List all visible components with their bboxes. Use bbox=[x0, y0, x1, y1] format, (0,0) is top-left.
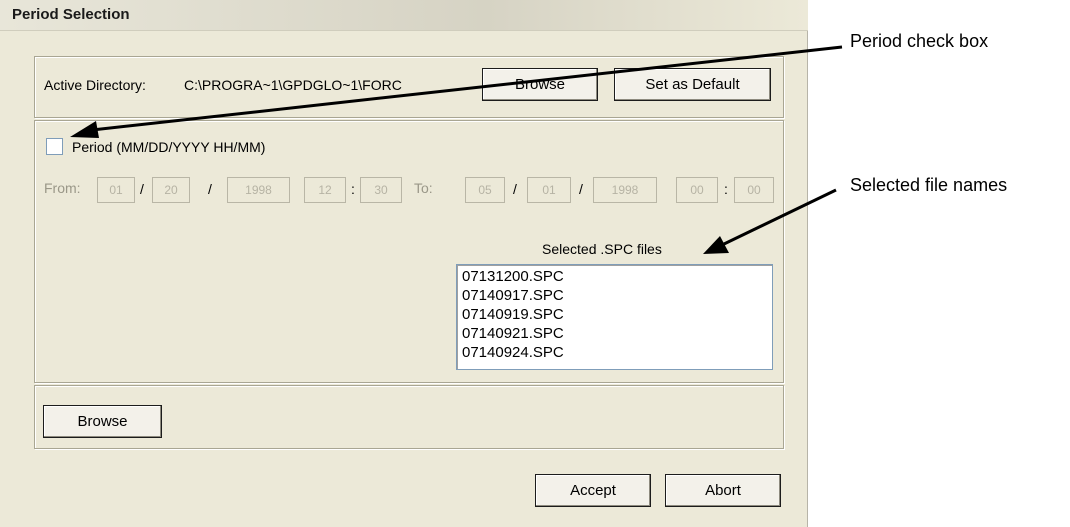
annotation-arrows bbox=[70, 45, 843, 254]
period-checkbox-arrowhead bbox=[70, 121, 99, 138]
selected-files-arrow-line bbox=[723, 188, 837, 246]
period-checkbox-arrow-line bbox=[91, 45, 843, 132]
